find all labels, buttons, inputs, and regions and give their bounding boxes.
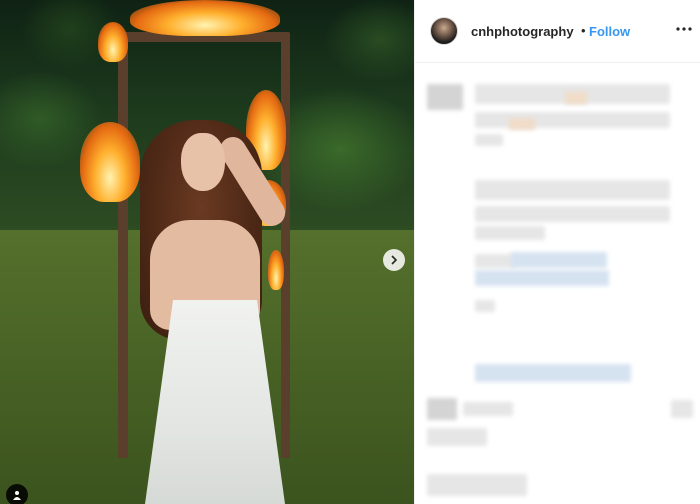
user-tag-icon — [13, 491, 21, 500]
flame — [130, 0, 280, 36]
follow-button[interactable]: Follow — [589, 24, 630, 39]
user-tag-button[interactable] — [6, 484, 28, 504]
blurred-caption — [565, 92, 587, 104]
blurred-caption — [475, 206, 670, 222]
blurred-comment — [463, 402, 513, 416]
username-link[interactable]: cnhphotography — [471, 24, 574, 39]
post-photo[interactable] — [0, 0, 414, 504]
flame — [80, 122, 140, 202]
separator-dot: • — [581, 23, 586, 38]
blurred-comment — [427, 474, 527, 496]
blurred-avatar — [427, 398, 457, 420]
blurred-caption — [475, 112, 670, 128]
avatar-icon[interactable] — [430, 17, 458, 45]
more-horizontal-icon — [676, 27, 692, 31]
blurred-caption — [475, 226, 545, 240]
post-side-panel: cnhphotography • Follow — [414, 0, 700, 504]
blurred-hashtags — [475, 364, 631, 382]
blurred-avatar — [427, 84, 463, 110]
model-face — [181, 133, 225, 191]
flame — [268, 250, 284, 290]
flame — [98, 22, 128, 62]
frame-right-post — [281, 38, 290, 458]
blurred-caption — [509, 118, 535, 130]
blurred-hashtags — [511, 252, 607, 268]
blurred-comment — [427, 428, 487, 446]
blurred-caption — [475, 254, 515, 268]
blurred-caption — [475, 180, 670, 200]
blurred-hashtags — [475, 270, 609, 286]
frame-left-post — [118, 38, 128, 458]
chevron-right-icon — [391, 255, 398, 265]
blurred-caption — [475, 300, 495, 312]
more-options-button[interactable] — [676, 17, 692, 37]
blurred-comment — [671, 400, 693, 418]
blurred-caption — [475, 134, 503, 146]
post-header: cnhphotography • Follow — [415, 0, 700, 63]
next-image-button[interactable] — [383, 249, 405, 271]
